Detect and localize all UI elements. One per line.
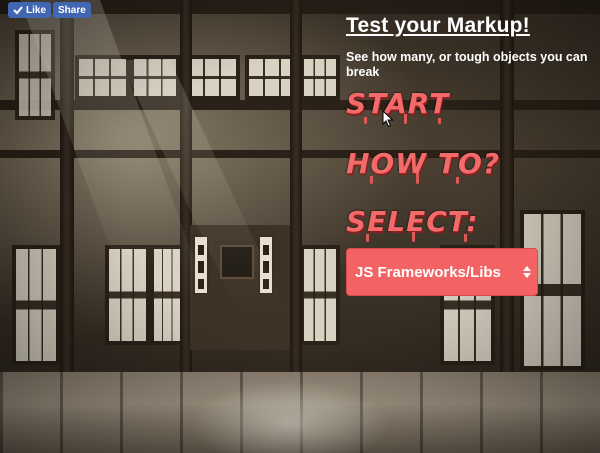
fb-like-label: Like <box>26 4 47 16</box>
paint-drip <box>438 118 441 124</box>
category-dropdown[interactable]: JS Frameworks/Libs <box>346 248 538 296</box>
dropdown-selected-value: JS Frameworks/Libs <box>355 263 501 281</box>
page-subtitle: See how many, or tough objects you can b… <box>346 50 588 79</box>
start-label: START <box>346 87 450 120</box>
page-title: Test your Markup! <box>346 14 530 37</box>
checkmark-icon <box>13 6 23 15</box>
fb-share-label: Share <box>58 4 86 16</box>
paint-drip <box>412 232 415 242</box>
fb-share-button[interactable]: Share <box>53 2 91 18</box>
select-heading: SELECT: <box>346 206 596 242</box>
paint-drip <box>364 117 367 124</box>
paint-drip <box>416 173 419 184</box>
how-to-button[interactable]: HOW TO? <box>346 148 596 184</box>
social-bar: Like Share <box>8 2 91 18</box>
mouse-cursor-icon <box>382 110 394 128</box>
paint-drip <box>404 114 407 124</box>
fb-like-button[interactable]: Like <box>8 2 52 18</box>
paint-drip <box>464 234 467 242</box>
paint-drip <box>456 177 459 184</box>
paint-drip <box>366 234 369 242</box>
paint-drip <box>370 176 373 184</box>
main-menu: Test your Markup! See how many, or tough… <box>346 12 596 296</box>
up-down-arrows-icon <box>523 266 531 278</box>
